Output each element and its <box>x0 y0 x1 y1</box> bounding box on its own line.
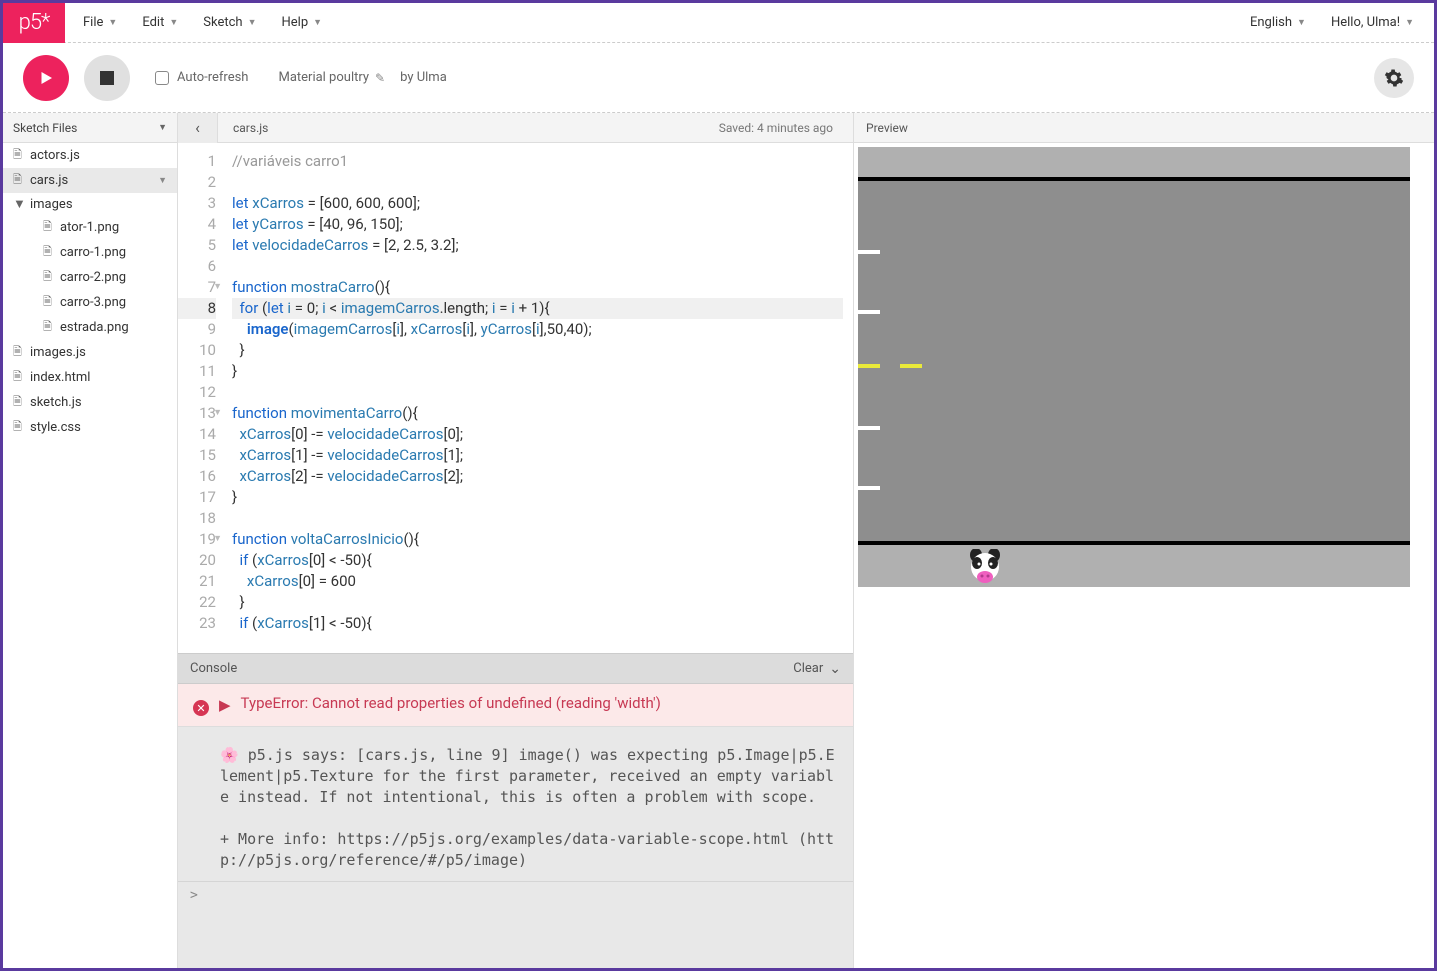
file-icon: 🗎 <box>43 268 55 287</box>
console-title: Console <box>190 661 237 676</box>
console-panel: Console Clear ⌄ ✕ ▶ TypeError: Cannot re… <box>178 653 853 968</box>
file-icon: 🗎 <box>43 243 55 262</box>
p5-logo[interactable]: p5* <box>3 3 65 43</box>
language-selector[interactable]: English▼ <box>1250 15 1306 30</box>
file-icon: 🗎 <box>43 318 55 337</box>
caret-down-icon: ▼ <box>169 17 178 28</box>
toolbar: Auto-refresh Material poultry ✎ by Ulma <box>3 43 1434 113</box>
console-input[interactable]: > <box>178 881 853 909</box>
file-item[interactable]: 🗎carro-2.png <box>3 265 177 290</box>
console-message: 🌸 p5.js says: [cars.js, line 9] image() … <box>178 727 853 881</box>
preview-header: Preview <box>854 113 1434 143</box>
file-item[interactable]: 🗎actors.js <box>3 143 177 168</box>
sketch-name[interactable]: Material poultry <box>278 70 369 85</box>
collapse-sidebar-button[interactable]: ‹ <box>178 113 218 143</box>
caret-down-icon: ▼ <box>108 17 117 28</box>
current-file-tab: cars.js <box>218 121 283 135</box>
file-item[interactable]: 🗎style.css <box>3 415 177 440</box>
caret-down-icon: ▼ <box>158 122 167 133</box>
saved-status: Saved: 4 minutes ago <box>719 121 853 135</box>
error-icon: ✕ <box>193 700 209 716</box>
file-icon: 🗎 <box>13 146 25 165</box>
console-error[interactable]: ✕ ▶ TypeError: Cannot read properties of… <box>178 684 853 727</box>
folder-icon: ▼ <box>13 196 25 212</box>
expand-icon: ▶ <box>219 696 231 716</box>
code-editor[interactable]: 1234567▼8910111213▼141516171819▼20212223… <box>178 143 853 653</box>
autorefresh-label: Auto-refresh <box>177 70 248 85</box>
gear-icon <box>1384 68 1404 88</box>
menu-file[interactable]: File▼ <box>83 15 117 30</box>
file-icon: 🗎 <box>13 343 25 362</box>
file-options-icon[interactable]: ▼ <box>158 175 167 186</box>
chevron-down-icon: ⌄ <box>829 661 841 677</box>
menu-help[interactable]: Help▼ <box>281 15 322 30</box>
pencil-icon[interactable]: ✎ <box>375 71 385 85</box>
play-button[interactable] <box>23 55 69 101</box>
sketch-byline: by Ulma <box>400 70 447 85</box>
file-item[interactable]: 🗎estrada.png <box>3 315 177 340</box>
caret-down-icon: ▼ <box>1405 17 1414 28</box>
file-item[interactable]: 🗎carro-1.png <box>3 240 177 265</box>
file-icon: 🗎 <box>43 293 55 312</box>
menu-sketch[interactable]: Sketch▼ <box>203 15 256 30</box>
caret-down-icon: ▼ <box>313 17 322 28</box>
file-icon: 🗎 <box>13 393 25 412</box>
stop-button[interactable] <box>84 55 130 101</box>
sidebar: Sketch Files ▼ 🗎actors.js🗎cars.js▼▼image… <box>3 113 178 968</box>
user-menu[interactable]: Hello, Ulma!▼ <box>1331 15 1414 30</box>
caret-down-icon: ▼ <box>248 17 257 28</box>
file-tree: 🗎actors.js🗎cars.js▼▼images🗎ator-1.png🗎ca… <box>3 143 177 440</box>
preview-canvas <box>858 147 1410 587</box>
settings-button[interactable] <box>1374 58 1414 98</box>
file-item[interactable]: 🗎sketch.js <box>3 390 177 415</box>
menu-edit[interactable]: Edit▼ <box>142 15 178 30</box>
file-item[interactable]: ▼images <box>3 193 177 215</box>
file-icon: 🗎 <box>43 218 55 237</box>
autorefresh-checkbox[interactable] <box>155 71 169 85</box>
file-item[interactable]: 🗎carro-3.png <box>3 290 177 315</box>
file-icon: 🗎 <box>13 418 25 437</box>
file-icon: 🗎 <box>13 368 25 387</box>
clear-console-button[interactable]: Clear ⌄ <box>793 661 841 677</box>
file-item[interactable]: 🗎images.js <box>3 340 177 365</box>
caret-down-icon: ▼ <box>1297 17 1306 28</box>
sidebar-header[interactable]: Sketch Files ▼ <box>3 113 177 143</box>
file-item[interactable]: 🗎cars.js▼ <box>3 168 177 193</box>
stop-icon <box>100 71 114 85</box>
file-item[interactable]: 🗎ator-1.png <box>3 215 177 240</box>
play-icon <box>37 69 55 87</box>
file-icon: 🗎 <box>13 171 25 190</box>
file-item[interactable]: 🗎index.html <box>3 365 177 390</box>
top-menubar: p5* File▼ Edit▼ Sketch▼ Help▼ English▼ H… <box>3 3 1434 43</box>
actor-sprite <box>968 549 1002 583</box>
preview-panel: Preview <box>854 113 1434 968</box>
editor-header: ‹ cars.js Saved: 4 minutes ago <box>178 113 853 143</box>
